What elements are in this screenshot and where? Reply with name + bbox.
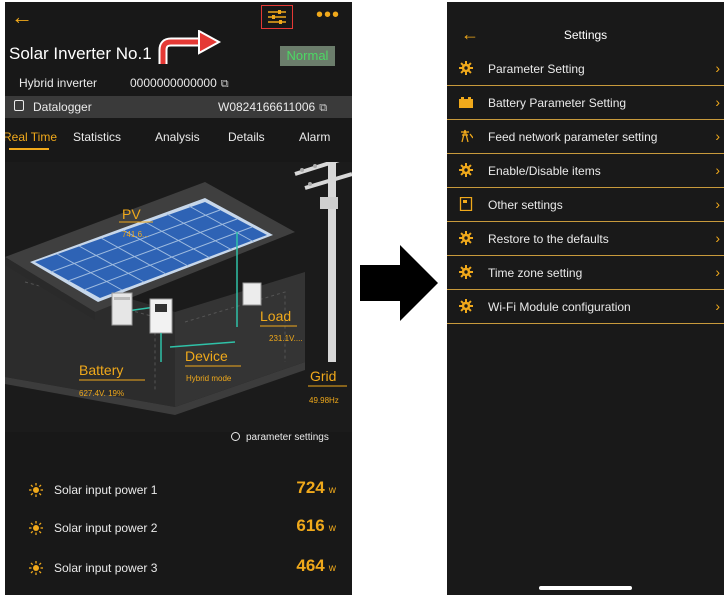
power-value: 616 w: [296, 516, 336, 536]
device-type-label: Hybrid inverter: [19, 76, 98, 90]
settings-item-label: Parameter Setting: [488, 62, 585, 76]
sliders-icon[interactable]: [267, 9, 287, 25]
load-label[interactable]: Load: [260, 308, 291, 324]
power-label: Solar input power 3: [54, 561, 158, 575]
tab-alarm[interactable]: Alarm: [299, 130, 330, 144]
grid-label[interactable]: Grid: [310, 368, 336, 384]
chevron-right-icon: ›: [715, 162, 720, 178]
gear-icon: [231, 432, 240, 441]
settings-item-label: Feed network parameter setting: [488, 130, 658, 144]
power-label: Solar input power 1: [54, 483, 158, 497]
power-row: Solar input power 1 724 w: [5, 478, 352, 508]
energy-flow-diagram: [5, 162, 352, 432]
home-indicator[interactable]: [539, 586, 632, 590]
pv-label[interactable]: PV: [122, 206, 141, 222]
chevron-right-icon: ›: [715, 264, 720, 280]
grid-tower-icon: [461, 129, 473, 143]
chevron-right-icon: ›: [715, 196, 720, 212]
settings-item-enable-disable[interactable]: Enable/Disable items ›: [447, 154, 724, 188]
gear-icon: [459, 231, 473, 245]
device-serial: 0000000000000 ⧉: [130, 76, 229, 91]
power-label: Solar input power 2: [54, 521, 158, 535]
settings-item-label: Enable/Disable items: [488, 164, 601, 178]
power-unit: w: [328, 563, 336, 574]
parameter-settings-link[interactable]: parameter settings: [231, 432, 329, 443]
settings-item-parameter[interactable]: Parameter Setting ›: [447, 52, 724, 86]
status-badge: Normal: [280, 46, 335, 66]
settings-title: Settings: [563, 28, 608, 42]
datalogger-icon: [14, 100, 24, 111]
more-dots-icon[interactable]: •••: [316, 4, 340, 27]
grid-value: 49.98Hz: [309, 396, 339, 405]
chevron-right-icon: ›: [715, 298, 720, 314]
gear-icon: [459, 61, 473, 75]
battery-label[interactable]: Battery: [79, 362, 123, 378]
device-label[interactable]: Device: [185, 348, 228, 364]
chevron-right-icon: ›: [715, 94, 720, 110]
gear-icon: [459, 299, 473, 313]
tab-details[interactable]: Details: [228, 130, 265, 144]
settings-item-label: Restore to the defaults: [488, 232, 609, 246]
battery-value: 627.4V. 19%: [79, 389, 125, 398]
device-serial-text: 0000000000000: [130, 76, 217, 90]
back-arrow-icon[interactable]: ←: [11, 6, 33, 28]
inverter-realtime-screen: ← ••• Solar Inverter No.1 Normal Hybrid …: [5, 2, 352, 595]
settings-item-other[interactable]: Other settings ›: [447, 188, 724, 222]
power-row: Solar input power 2 616 w: [5, 516, 352, 546]
device-value: Hybrid mode: [186, 374, 232, 383]
sun-icon: [29, 521, 43, 535]
settings-item-label: Other settings: [488, 198, 563, 212]
document-icon: [459, 197, 473, 211]
power-value: 724 w: [296, 478, 336, 498]
settings-item-restore-defaults[interactable]: Restore to the defaults ›: [447, 222, 724, 256]
power-value-number: 616: [296, 516, 325, 535]
sun-icon: [29, 483, 43, 497]
chevron-right-icon: ›: [715, 60, 720, 76]
power-row: Solar input power 3 464 w: [5, 556, 352, 586]
tab-analysis[interactable]: Analysis: [155, 130, 200, 144]
copy-icon[interactable]: ⧉: [221, 78, 229, 90]
red-arrow-annotation: [158, 30, 222, 64]
power-value-number: 724: [296, 478, 325, 497]
sun-icon: [29, 561, 43, 575]
load-value: 231.1V....: [269, 334, 303, 343]
active-tab-indicator: [9, 148, 49, 150]
battery-icon: [459, 97, 473, 108]
settings-item-feed-network[interactable]: Feed network parameter setting ›: [447, 120, 724, 154]
settings-item-battery[interactable]: Battery Parameter Setting ›: [447, 86, 724, 120]
copy-icon[interactable]: ⧉: [319, 102, 327, 114]
tab-statistics[interactable]: Statistics: [73, 130, 121, 144]
pv-value: 741.6...: [122, 230, 149, 239]
settings-item-time-zone[interactable]: Time zone setting ›: [447, 256, 724, 290]
settings-item-label: Battery Parameter Setting: [488, 96, 627, 110]
power-unit: w: [328, 523, 336, 534]
page-title: Solar Inverter No.1: [9, 44, 152, 63]
settings-item-wifi-module[interactable]: Wi-Fi Module configuration ›: [447, 290, 724, 324]
power-value-number: 464: [296, 556, 325, 575]
settings-item-label: Wi-Fi Module configuration: [488, 300, 631, 314]
chevron-right-icon: ›: [715, 230, 720, 246]
settings-item-label: Time zone setting: [488, 266, 583, 280]
datalogger-serial: W0824166611006 ⧉: [218, 100, 327, 115]
power-unit: w: [328, 485, 336, 496]
parameter-settings-text: parameter settings: [246, 432, 329, 443]
gear-icon: [459, 265, 473, 279]
tab-real-time[interactable]: Real Time: [5, 130, 57, 144]
datalogger-label: Datalogger: [33, 100, 92, 114]
datalogger-serial-text: W0824166611006: [218, 100, 316, 114]
settings-screen: ← Settings Parameter Setting › Battery P…: [447, 2, 724, 595]
chevron-right-icon: ›: [715, 128, 720, 144]
gear-icon: [459, 163, 473, 177]
transition-arrow-icon: [360, 245, 438, 321]
power-value: 464 w: [296, 556, 336, 576]
